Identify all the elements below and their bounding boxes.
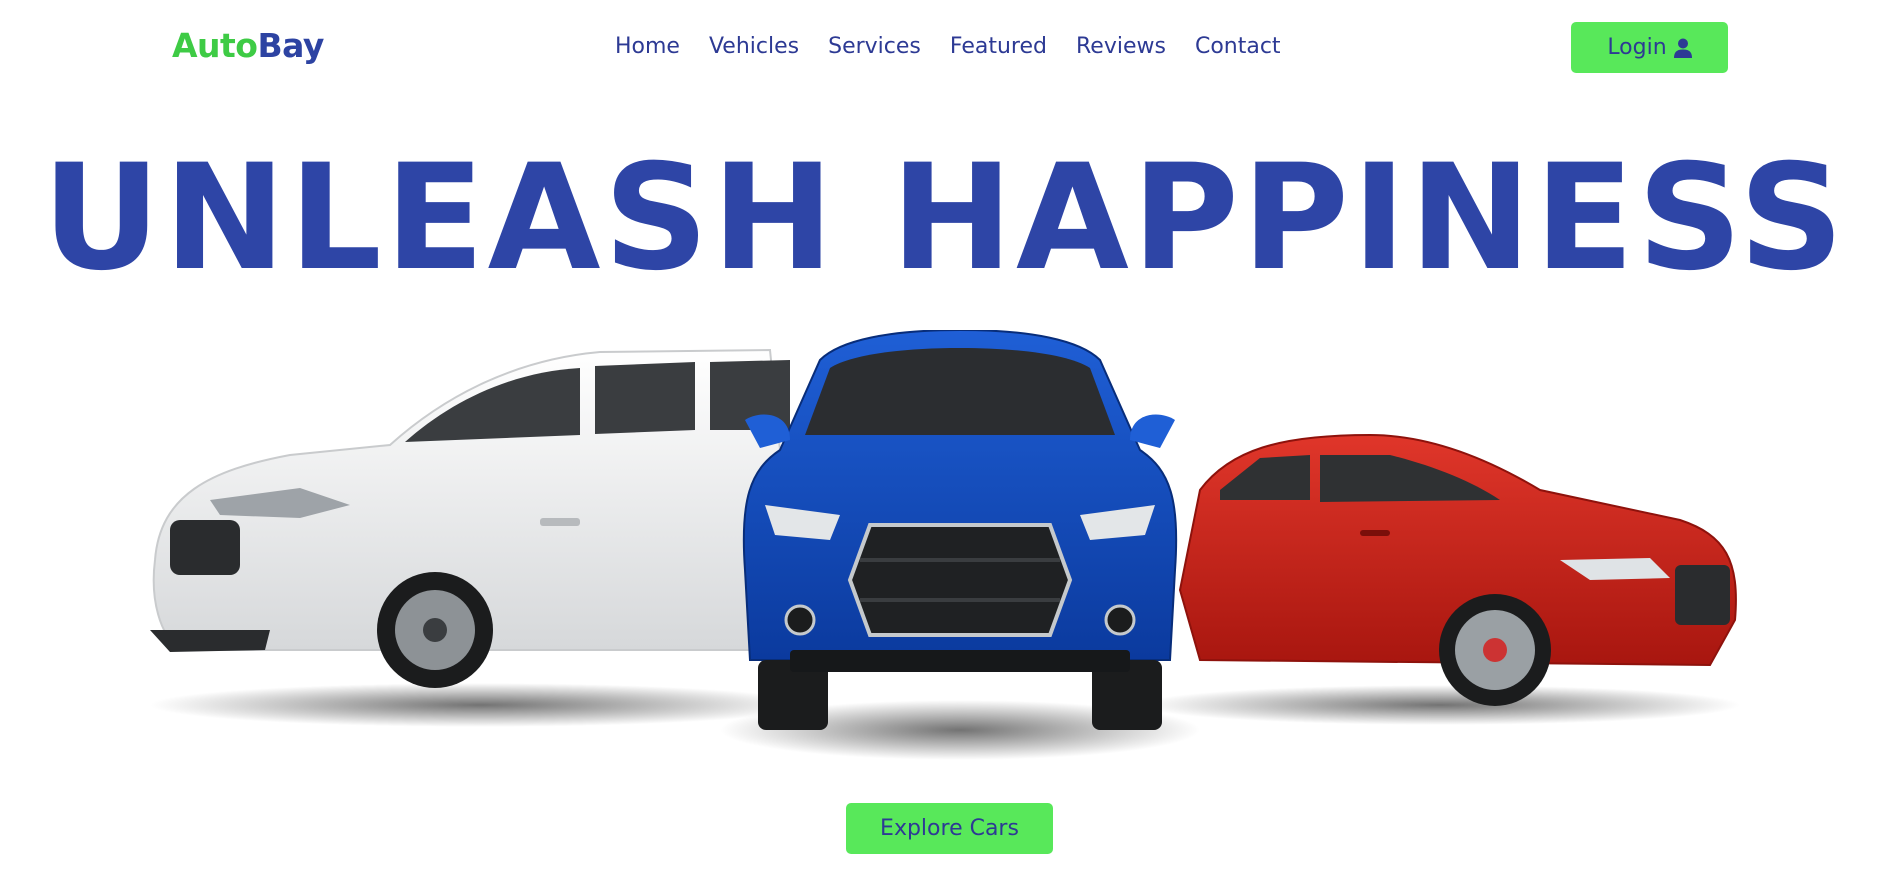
login-button-label: Login xyxy=(1607,35,1667,60)
nav-link-vehicles[interactable]: Vehicles xyxy=(709,34,799,59)
blue-suv xyxy=(742,328,1178,730)
brand-logo[interactable]: AutoBay xyxy=(172,26,324,65)
user-icon xyxy=(1673,38,1692,58)
brand-logo-part-bay: Bay xyxy=(257,26,324,65)
navbar: AutoBay Home Vehicles Services Featured … xyxy=(0,0,1889,96)
red-sedan xyxy=(1178,433,1737,706)
hero-cars-image xyxy=(150,328,1740,770)
explore-cars-label: Explore Cars xyxy=(880,816,1019,841)
hero-title: UNLEASH HAPPINESS xyxy=(42,133,1847,303)
nav-link-featured[interactable]: Featured xyxy=(950,34,1047,59)
main-nav: Home Vehicles Services Featured Reviews … xyxy=(615,34,1310,59)
white-suv xyxy=(150,348,791,688)
nav-link-reviews[interactable]: Reviews xyxy=(1076,34,1166,59)
nav-link-services[interactable]: Services xyxy=(828,34,921,59)
nav-link-home[interactable]: Home xyxy=(615,34,680,59)
brand-logo-part-auto: Auto xyxy=(172,26,258,65)
nav-link-contact[interactable]: Contact xyxy=(1195,34,1281,59)
explore-cars-button[interactable]: Explore Cars xyxy=(846,803,1053,854)
login-button[interactable]: Login xyxy=(1571,22,1728,73)
